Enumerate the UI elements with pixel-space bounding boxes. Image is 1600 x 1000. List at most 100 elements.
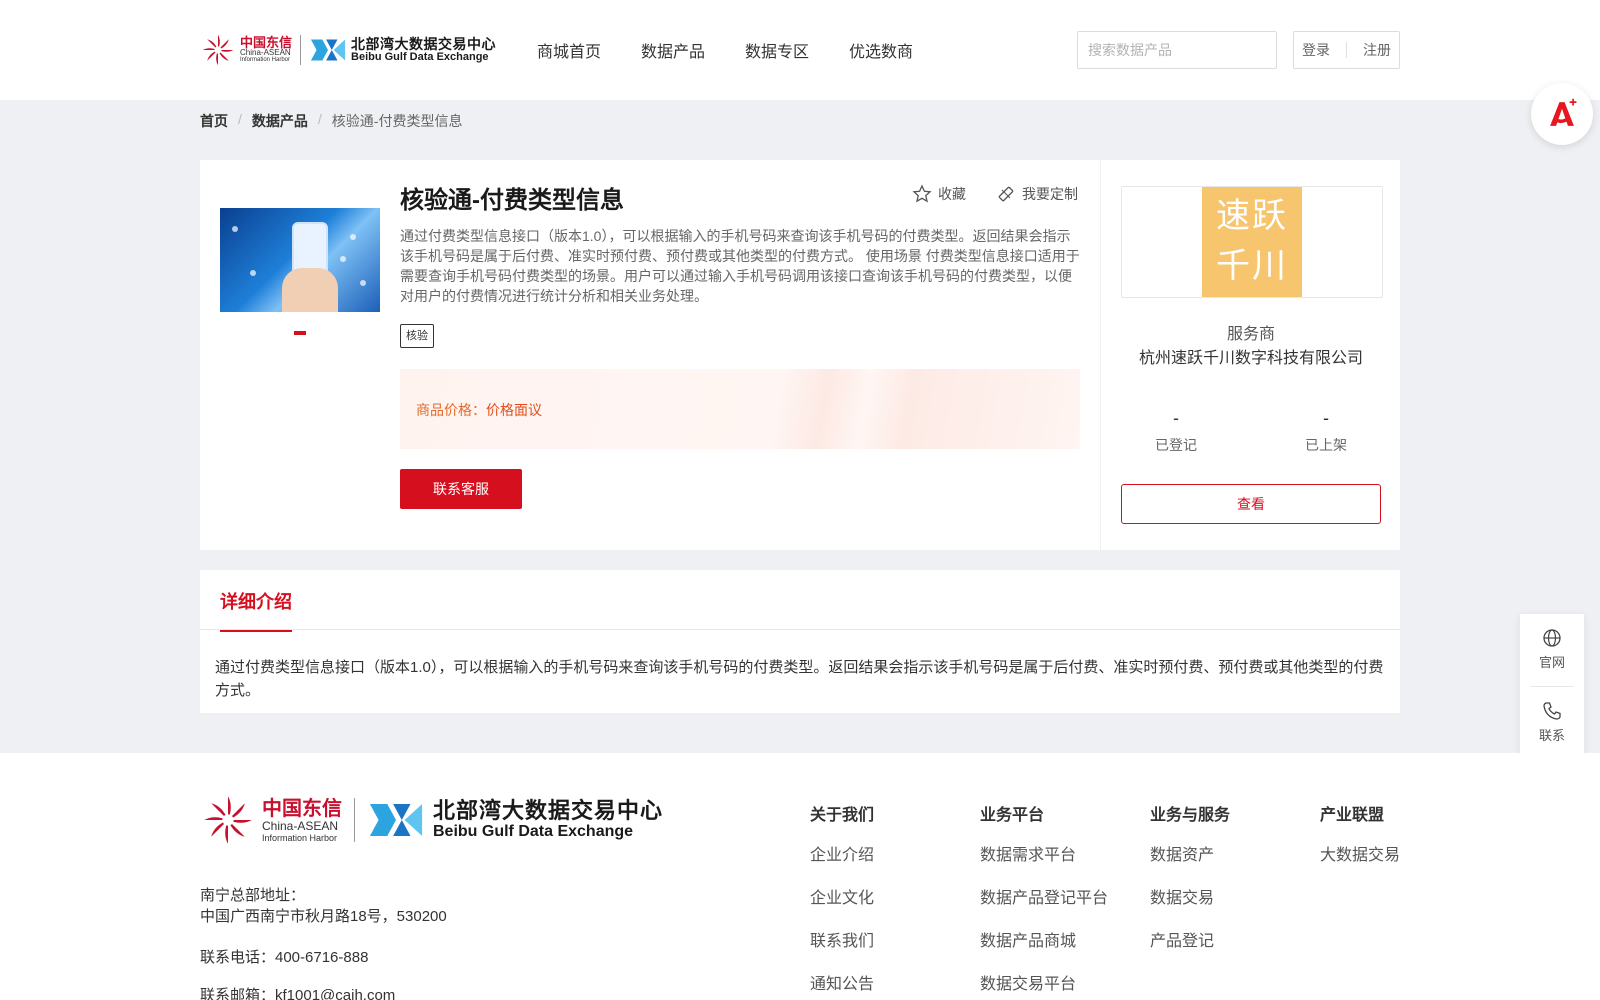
thumb-dot — [232, 226, 238, 232]
tab-detail-intro[interactable]: 详细介绍 — [220, 588, 292, 632]
footer-col-platform: 业务平台 数据需求平台 数据产品登记平台 数据产品商城 数据交易平台 — [980, 801, 1108, 1000]
footer-address: 南宁总部地址： 中国广西南宁市秋月路18号，530200 — [200, 885, 447, 927]
top-header: 中国东信 China-ASEAN Information Harbor 北部湾大… — [0, 0, 1600, 100]
footer-link[interactable]: 数据产品登记平台 — [980, 884, 1108, 908]
footer-col-title: 业务与服务 — [1150, 807, 1231, 824]
footer-address-value: 中国广西南宁市秋月路18号，530200 — [200, 908, 447, 925]
stat-listed: - 已上架 — [1276, 408, 1376, 455]
partner-en: Beibu Gulf Data Exchange — [351, 51, 489, 63]
favorite-label: 收藏 — [938, 186, 966, 202]
footer-brand-en2: Information Harbor — [262, 832, 338, 843]
brand-en2: Information Harbor — [240, 57, 291, 63]
footer-link[interactable]: 企业文化 — [810, 884, 874, 908]
logo-divider — [300, 35, 302, 65]
product-tag: 核验 — [400, 324, 434, 348]
contact-service-button[interactable]: 联系客服 — [400, 469, 522, 509]
stat-listed-value: - — [1323, 408, 1329, 428]
product-card: 核验通-付费类型信息 收藏 我要定制 通过付费类型信息接口（版本1.0），可以根… — [200, 160, 1100, 550]
breadcrumb-home[interactable]: 首页 — [200, 111, 228, 131]
customize-button[interactable]: 我要定制 — [996, 184, 1078, 204]
thumb-dot — [340, 256, 346, 262]
footer-col-alliance: 产业联盟 大数据交易 — [1320, 801, 1400, 884]
price-panel: 商品价格：价格面议 — [400, 369, 1080, 449]
footer-partner-cn: 北部湾大数据交易中心 — [433, 798, 664, 823]
detail-text: 通过付费类型信息接口（版本1.0），可以根据输入的手机号码来查询该手机号码的付费… — [215, 659, 1384, 699]
breadcrumb-separator: / — [238, 111, 242, 127]
footer-link[interactable]: 数据交易平台 — [980, 970, 1108, 994]
footer-link[interactable]: 大数据交易 — [1320, 841, 1400, 865]
footer-link[interactable]: 产品登记 — [1150, 927, 1230, 951]
website-link[interactable]: 官网 — [1520, 628, 1584, 671]
customize-label: 我要定制 — [1022, 186, 1078, 202]
footer-brand-cn: 中国东信 — [262, 797, 342, 820]
footer-link[interactable]: 数据需求平台 — [980, 841, 1108, 865]
thumb-hand — [282, 268, 338, 312]
footer-link[interactable]: 数据资产 — [1150, 841, 1230, 865]
footer-link[interactable]: 通知公告 — [810, 970, 874, 994]
provider-name: 杭州速跃千川数字科技有限公司 — [1138, 350, 1363, 367]
footer-col-about: 关于我们 企业介绍 企业文化 联系我们 通知公告 — [810, 801, 874, 1000]
login-link[interactable]: 登录 — [1302, 40, 1330, 60]
stat-registered-value: - — [1173, 408, 1179, 428]
stat-registered-label: 已登记 — [1155, 437, 1197, 453]
product-description: 通过付费类型信息接口（版本1.0），可以根据输入的手机号码来查询该手机号码的付费… — [400, 228, 1080, 304]
phone-icon — [1543, 702, 1561, 720]
footer-address-label: 南宁总部地址： — [200, 887, 306, 904]
side-float-divider — [1530, 686, 1574, 687]
footer-link[interactable]: 企业介绍 — [810, 841, 874, 865]
search-input[interactable] — [1088, 42, 1269, 58]
main-nav: 商城首页 数据产品 数据专区 优选数商 — [537, 38, 913, 62]
contact-label: 联系 — [1538, 728, 1565, 743]
footer-bgde-logo-icon — [369, 804, 423, 836]
view-provider-button[interactable]: 查看 — [1121, 484, 1381, 524]
floating-assistant-button[interactable] — [1531, 83, 1593, 145]
product-title: 核验通-付费类型信息 — [400, 187, 624, 214]
breadcrumb: 首页 / 数据产品 / 核验通-付费类型信息 — [200, 111, 462, 131]
customize-icon — [998, 186, 1014, 202]
favorite-button[interactable]: 收藏 — [912, 184, 966, 204]
star-icon — [912, 184, 932, 203]
nav-home[interactable]: 商城首页 — [537, 38, 601, 62]
nav-data-products[interactable]: 数据产品 — [641, 38, 705, 62]
stat-registered: - 已登记 — [1126, 408, 1226, 455]
footer-link[interactable]: 数据产品商城 — [980, 927, 1108, 951]
auth-divider — [1346, 42, 1347, 58]
breadcrumb-separator: / — [317, 111, 322, 127]
price-value: 价格面议 — [486, 402, 542, 418]
site-logo[interactable]: 中国东信 China-ASEAN Information Harbor 北部湾大… — [200, 30, 496, 70]
auth-box: 登录 注册 — [1293, 31, 1400, 69]
footer-logo: 中国东信 China-ASEAN Information Harbor 北部湾大… — [200, 791, 663, 849]
footer-link[interactable]: 联系我们 — [810, 927, 874, 951]
provider-logo-text-2: 千川 — [1216, 247, 1288, 285]
footer-col-title: 关于我们 — [810, 807, 875, 824]
bgde-logo-icon — [310, 39, 346, 61]
side-float-panel: 官网 联系 — [1520, 614, 1584, 759]
breadcrumb-category[interactable]: 数据产品 — [252, 111, 308, 131]
provider-logo-frame: 速跃 千川 — [1121, 186, 1383, 298]
nav-preferred-merchants[interactable]: 优选数商 — [849, 38, 913, 62]
price-label: 商品价格： — [416, 402, 486, 418]
thumbnail-indicator[interactable] — [294, 331, 306, 335]
thumb-dot — [250, 270, 256, 276]
footer-emblem-icon — [204, 796, 252, 844]
brand-en: China-ASEAN — [240, 48, 291, 57]
contact-link[interactable]: 联系 — [1520, 701, 1584, 744]
product-thumbnail[interactable] — [220, 208, 380, 312]
website-label: 官网 — [1538, 655, 1565, 670]
stat-listed-label: 已上架 — [1305, 437, 1347, 453]
footer-email: 联系邮箱：kf1001@caih.com — [200, 987, 396, 1000]
thumb-dot — [360, 280, 366, 286]
price-row: 商品价格：价格面议 — [416, 400, 542, 420]
footer-link[interactable]: 数据交易 — [1150, 884, 1230, 908]
register-link[interactable]: 注册 — [1363, 40, 1391, 60]
breadcrumb-current: 核验通-付费类型信息 — [331, 113, 463, 129]
provider-role: 服务商 — [1226, 326, 1275, 343]
footer-col-title: 产业联盟 — [1320, 807, 1385, 824]
detail-section: 详细介绍 通过付费类型信息接口（版本1.0），可以根据输入的手机号码来查询该手机… — [200, 570, 1400, 713]
provider-card: 速跃 千川 服务商 杭州速跃千川数字科技有限公司 - 已登记 - 已上架 查看 — [1100, 160, 1400, 550]
nav-data-zone[interactable]: 数据专区 — [745, 38, 809, 62]
emblem-icon — [202, 34, 234, 66]
footer-phone: 联系电话：400-6716-888 — [200, 949, 369, 966]
footer-col-services: 业务与服务 数据资产 数据交易 产品登记 — [1150, 801, 1230, 970]
search-box — [1077, 31, 1277, 69]
